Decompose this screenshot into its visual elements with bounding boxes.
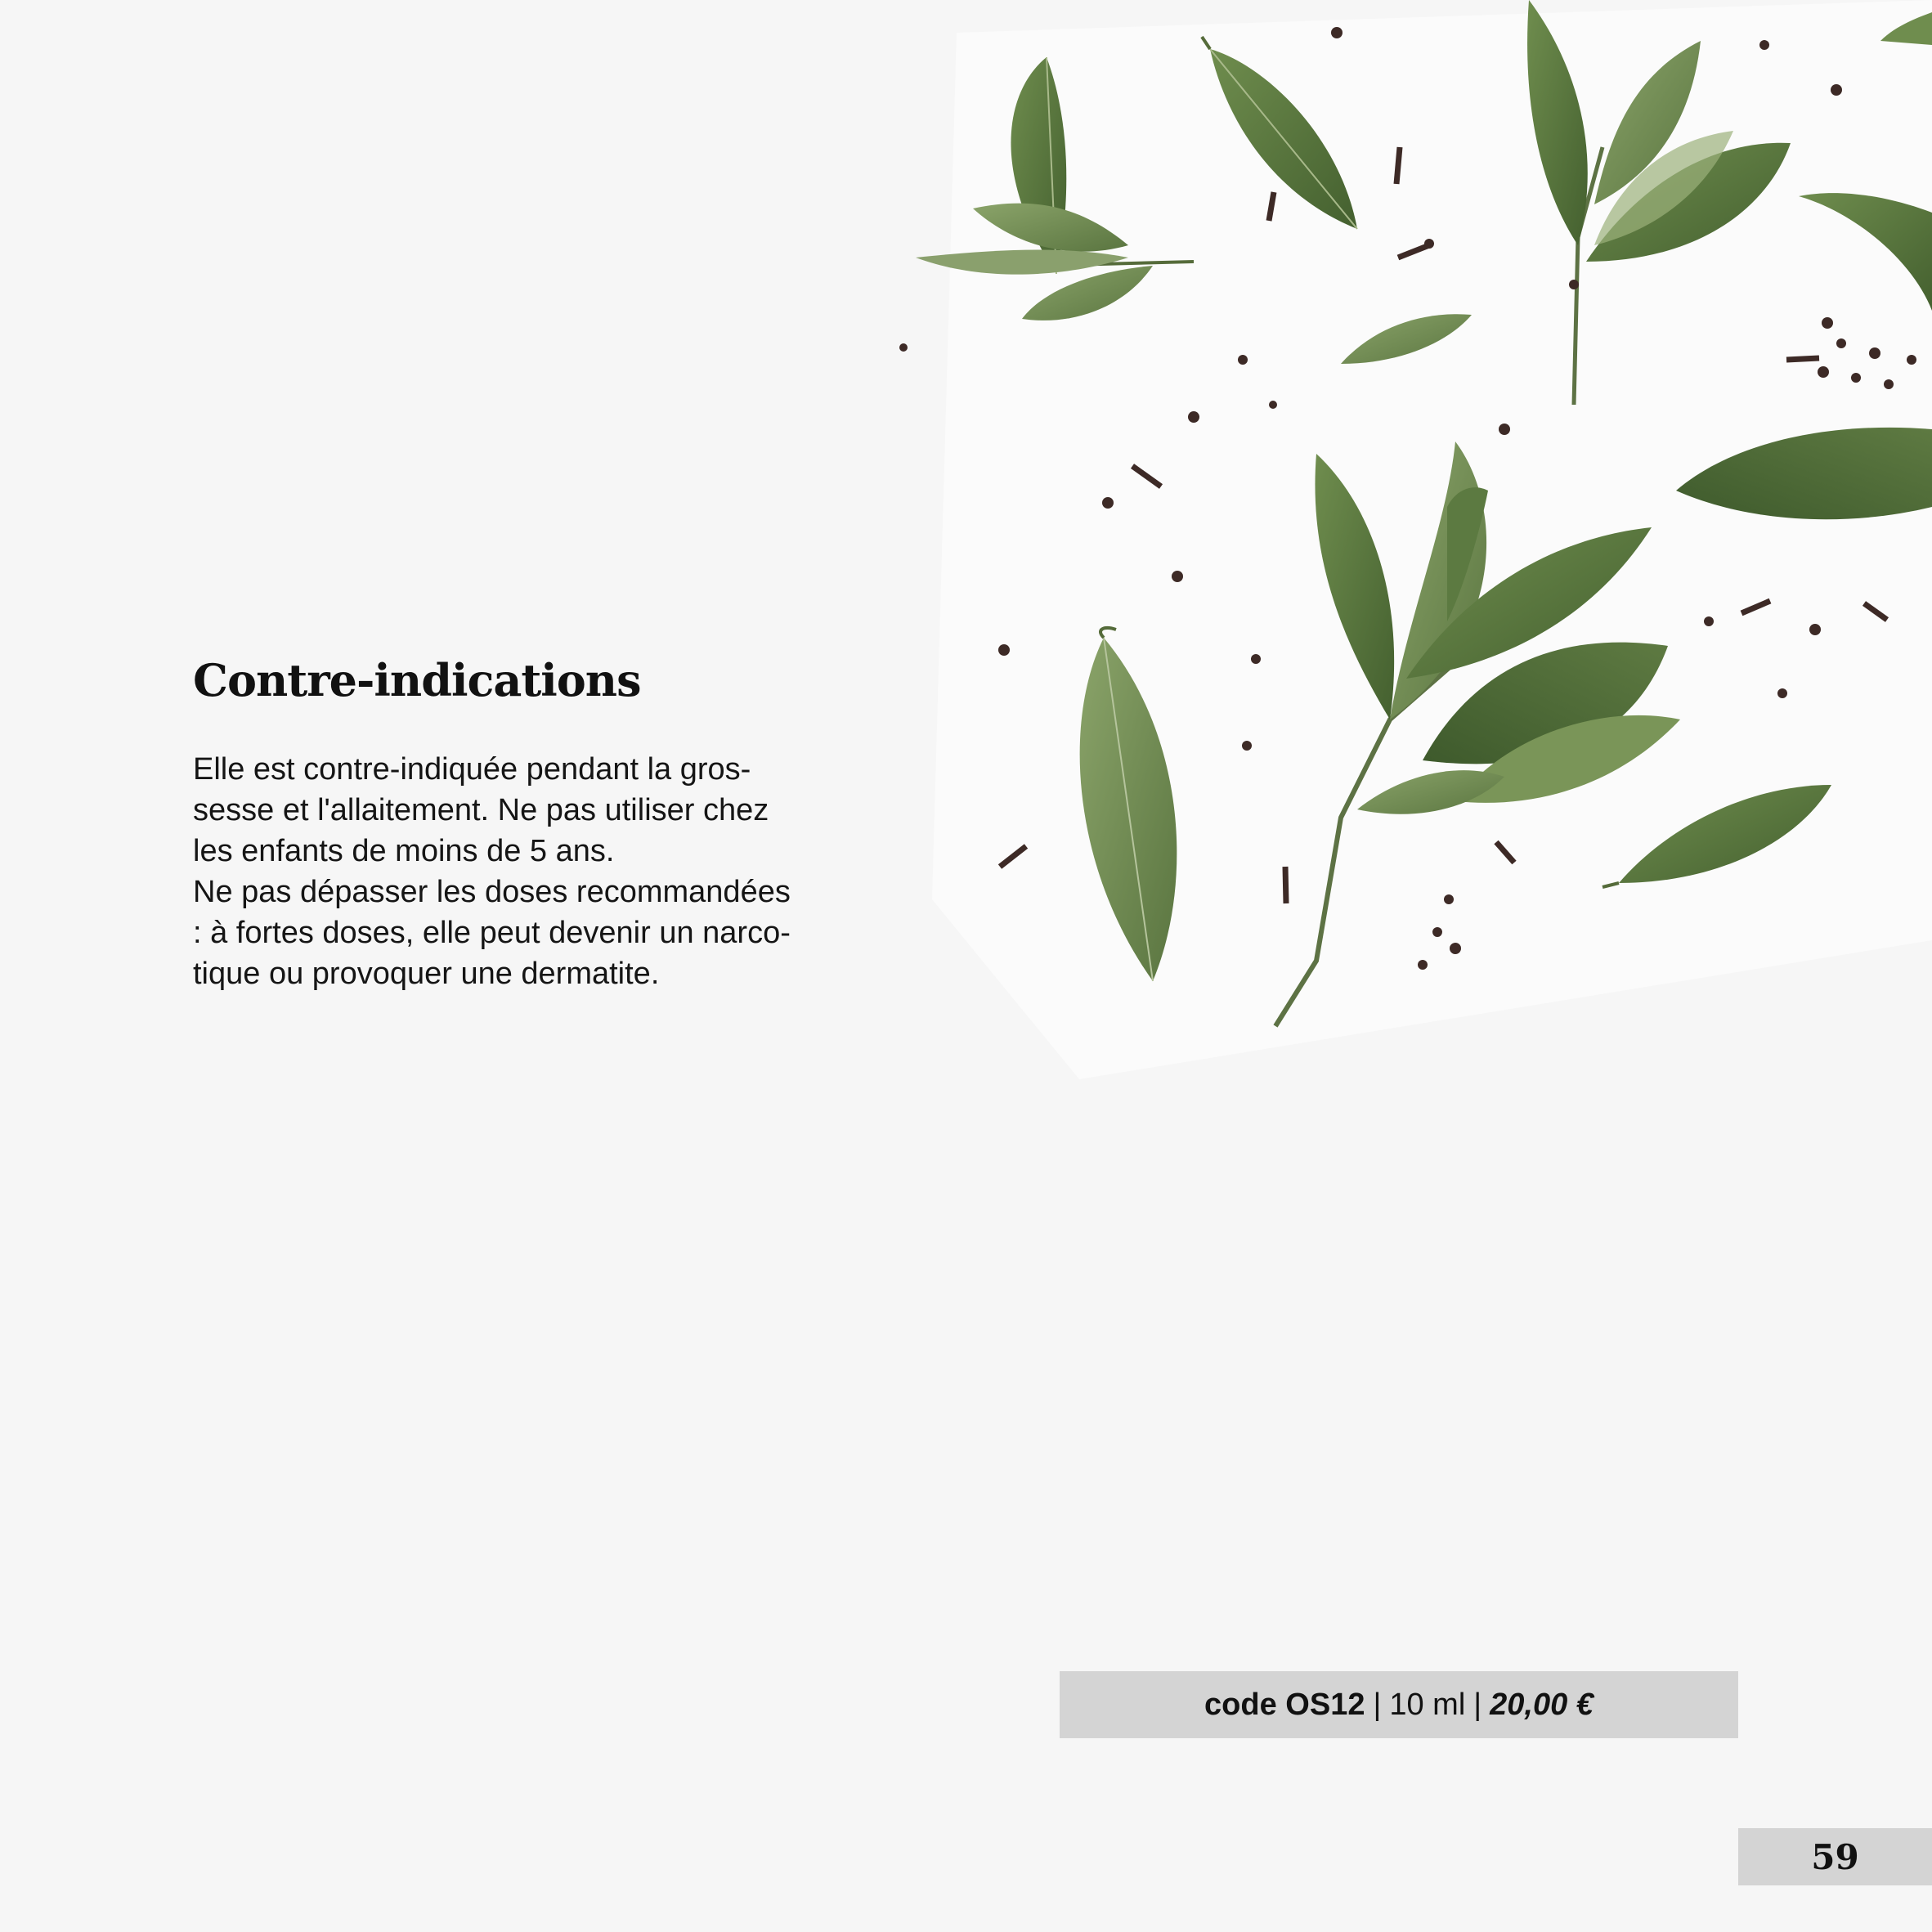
product-code: code OS12	[1204, 1687, 1365, 1722]
paragraph-line: tique ou provoquer une dermatite.	[193, 957, 660, 991]
paragraph-line: Elle est contre-indiquée pendant la gros…	[193, 752, 751, 787]
bay-leaves-image	[899, 0, 1932, 1079]
paragraph-line: Ne pas dépasser les doses recommandées	[193, 875, 791, 909]
product-price: 20,00 €	[1490, 1687, 1594, 1722]
bay-leaves-cloves-illustration	[883, 0, 1932, 1087]
separator: |	[1473, 1687, 1482, 1722]
page: Contre-indications Elle est contre-indiq…	[0, 0, 1932, 1932]
paragraph-line: les enfants de moins de 5 ans.	[193, 834, 615, 868]
page-number: 59	[1738, 1828, 1932, 1885]
separator: |	[1373, 1687, 1382, 1722]
paragraph-line: : à fortes doses, elle peut devenir un n…	[193, 916, 791, 950]
contraindications-section: Contre-indications Elle est contre-indiq…	[193, 654, 873, 994]
section-title: Contre-indications	[193, 654, 641, 706]
product-price-bar: code OS12 | 10 ml | 20,00 €	[1060, 1671, 1738, 1738]
contraindications-paragraph: Elle est contre-indiquée pendant la gros…	[193, 749, 873, 994]
paragraph-line: sesse et l'allaitement. Ne pas utiliser …	[193, 793, 769, 827]
product-volume: 10 ml	[1389, 1687, 1466, 1722]
